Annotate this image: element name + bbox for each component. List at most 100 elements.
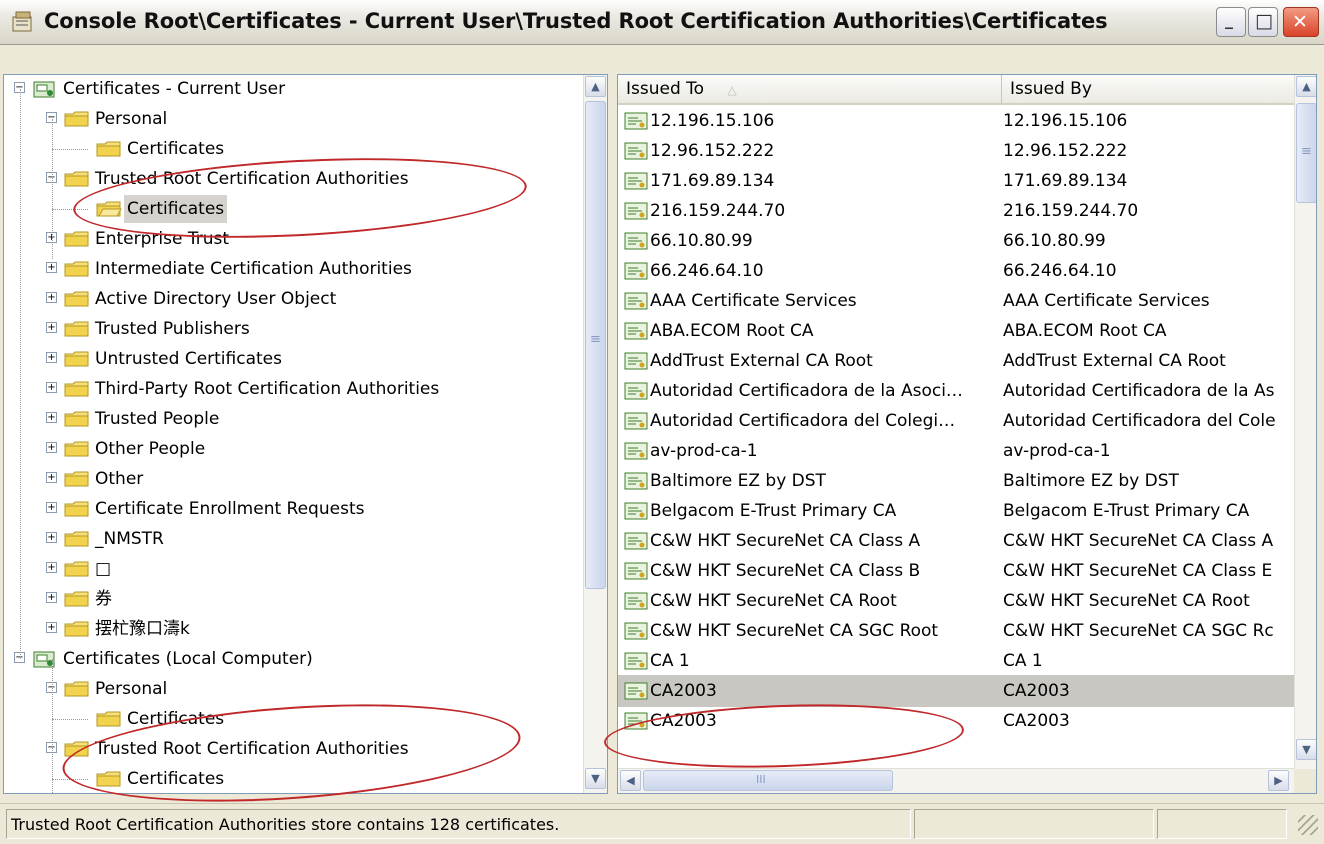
tree-node[interactable]: − Trusted Root Certification Authorities xyxy=(4,735,579,763)
tree-node[interactable]: Certificates xyxy=(4,135,579,163)
tree-node[interactable]: + Intermediate Certification Authorities xyxy=(4,255,579,283)
certificate-row[interactable]: Autoridad Certificadora del Colegi… Autor… xyxy=(618,405,1294,437)
minimize-button[interactable]: _ xyxy=(1216,7,1246,37)
maximize-button[interactable]: □ xyxy=(1248,7,1278,37)
scroll-down-arrow[interactable]: ▼ xyxy=(585,768,606,789)
certificate-row[interactable]: C&W HKT SecureNet CA Class B C&W HKT Secu… xyxy=(618,555,1294,587)
tree-node-label: Intermediate Certification Authorities xyxy=(95,259,412,279)
certificate-row[interactable]: 12.196.15.106 12.196.15.106 xyxy=(618,105,1294,137)
expand-icon[interactable]: + xyxy=(46,322,57,333)
tree-node[interactable]: + Certificate Enrollment Requests xyxy=(4,495,579,523)
tree-node[interactable]: − Certificates (Local Computer) xyxy=(4,645,579,673)
issued-by-cell: 12.196.15.106 xyxy=(1003,111,1128,131)
scroll-thumb[interactable]: III xyxy=(643,770,893,791)
scroll-thumb[interactable]: ≡ xyxy=(1296,103,1316,203)
list-vertical-scrollbar[interactable]: ▲ ≡ ▼ xyxy=(1294,75,1316,769)
mmc-console-icon xyxy=(12,11,32,32)
tree-node[interactable]: Certificates xyxy=(4,705,579,733)
tree-node[interactable]: + _NMSTR xyxy=(4,525,579,553)
issued-to-cell: 12.196.15.106 xyxy=(650,111,775,131)
scroll-up-arrow[interactable]: ▲ xyxy=(1296,76,1316,97)
certificate-row[interactable]: 66.246.64.10 66.246.64.10 xyxy=(618,255,1294,287)
tree-node[interactable]: Certificates xyxy=(4,765,579,793)
tree-node[interactable]: + Other xyxy=(4,465,579,493)
scroll-down-arrow[interactable]: ▼ xyxy=(1296,739,1316,760)
expand-icon[interactable]: + xyxy=(46,472,57,483)
certificate-row[interactable]: CA2003 CA2003 xyxy=(618,675,1294,707)
certificate-row[interactable]: Baltimore EZ by DST Baltimore EZ by DST xyxy=(618,465,1294,497)
tree-node[interactable]: + 券 xyxy=(4,585,579,613)
column-label: Issued To xyxy=(626,79,705,99)
tree-node[interactable]: − Certificates - Current User xyxy=(4,75,579,103)
tree-node[interactable]: + Other People xyxy=(4,435,579,463)
column-header-issued-by[interactable]: Issued By xyxy=(1002,75,1294,103)
tree-node[interactable]: + 摆杧豫口濤k xyxy=(4,615,579,643)
certificate-row[interactable]: Belgacom E-Trust Primary CA Belgacom E-Tr… xyxy=(618,495,1294,527)
tree-node[interactable]: − Personal xyxy=(4,105,579,133)
tree-node[interactable]: + Trusted People xyxy=(4,405,579,433)
scroll-right-arrow[interactable]: ▶ xyxy=(1268,770,1289,791)
tree-node[interactable]: − Personal xyxy=(4,675,579,703)
console-tree-pane[interactable]: − Certificates - Current User − Personal Cer… xyxy=(3,74,608,794)
issued-by-cell: CA2003 xyxy=(1003,711,1070,731)
scroll-up-arrow[interactable]: ▲ xyxy=(585,76,606,97)
expand-icon[interactable]: + xyxy=(46,292,57,303)
close-icon: ✕ xyxy=(1292,11,1308,33)
tree-node[interactable]: Certificates xyxy=(4,195,579,223)
resize-grip-icon[interactable] xyxy=(1298,815,1318,835)
issued-to-cell: CA 1 xyxy=(650,651,690,671)
certificate-row[interactable]: 171.69.89.134 171.69.89.134 xyxy=(618,165,1294,197)
expand-icon[interactable]: + xyxy=(46,622,57,633)
column-header-issued-to[interactable]: Issued To △ xyxy=(618,75,1002,103)
tree-node[interactable]: + Enterprise Trust xyxy=(4,225,579,253)
expand-icon[interactable]: + xyxy=(46,562,57,573)
expand-icon[interactable]: + xyxy=(46,592,57,603)
certificate-row[interactable]: av-prod-ca-1 av-prod-ca-1 xyxy=(618,435,1294,467)
tree-node-label: Certificates xyxy=(127,709,225,729)
scroll-thumb[interactable]: ≡ xyxy=(585,101,606,589)
tree-node-label: _NMSTR xyxy=(95,529,164,549)
certificate-row[interactable]: C&W HKT SecureNet CA Root C&W HKT SecureN… xyxy=(618,585,1294,617)
tree-node-label: Certificate Enrollment Requests xyxy=(95,499,365,519)
certificate-row[interactable]: 66.10.80.99 66.10.80.99 xyxy=(618,225,1294,257)
tree-node[interactable]: + Untrusted Certificates xyxy=(4,345,579,373)
tree-node[interactable]: + Active Directory User Object xyxy=(4,285,579,313)
certificate-row[interactable]: AddTrust External CA Root AddTrust Extern… xyxy=(618,345,1294,377)
certificate-row[interactable]: 216.159.244.70 216.159.244.70 xyxy=(618,195,1294,227)
scroll-left-arrow[interactable]: ◀ xyxy=(620,770,641,791)
certificate-row[interactable]: ABA.ECOM Root CA ABA.ECOM Root CA xyxy=(618,315,1294,347)
tree-node[interactable]: + Third-Party Root Certification Authorit… xyxy=(4,375,579,403)
certificate-row[interactable]: Autoridad Certificadora de la Asoci… Auto… xyxy=(618,375,1294,407)
tree-node[interactable]: − Trusted Root Certification Authorities xyxy=(4,165,579,193)
certificate-row[interactable]: C&W HKT SecureNet CA SGC Root C&W HKT Sec… xyxy=(618,615,1294,647)
expand-icon[interactable]: + xyxy=(46,502,57,513)
folder-icon xyxy=(64,231,89,247)
folder-icon xyxy=(96,771,121,787)
issued-by-cell: 12.96.152.222 xyxy=(1003,141,1128,161)
folder-icon xyxy=(64,441,89,457)
certificate-icon xyxy=(624,532,648,550)
list-horizontal-scrollbar[interactable]: ◀ III ▶ xyxy=(618,768,1294,793)
certificate-row[interactable]: C&W HKT SecureNet CA Class A C&W HKT Secu… xyxy=(618,525,1294,557)
certificate-row[interactable]: CA 1 CA 1 xyxy=(618,645,1294,677)
issued-by-cell: ABA.ECOM Root CA xyxy=(1003,321,1167,341)
mmc-window: Console Root\Certificates - Current User… xyxy=(0,0,1324,844)
expand-icon[interactable]: + xyxy=(46,412,57,423)
title-bar[interactable]: Console Root\Certificates - Current User… xyxy=(0,0,1324,45)
expand-icon[interactable]: + xyxy=(46,352,57,363)
issued-to-cell: ABA.ECOM Root CA xyxy=(650,321,814,341)
issued-to-cell: C&W HKT SecureNet CA Root xyxy=(650,591,897,611)
close-button[interactable]: ✕ xyxy=(1283,7,1319,37)
certificate-row[interactable]: CA2003 CA2003 xyxy=(618,705,1294,737)
tree-node[interactable]: + □ xyxy=(4,555,579,583)
expand-icon[interactable]: + xyxy=(46,532,57,543)
results-pane[interactable]: Issued To △ Issued By 12.196.15.106 12.19… xyxy=(617,74,1317,794)
expand-icon[interactable]: + xyxy=(46,442,57,453)
certificate-row[interactable]: 12.96.152.222 12.96.152.222 xyxy=(618,135,1294,167)
folder-icon xyxy=(64,681,89,697)
certificate-row[interactable]: AAA Certificate Services AAA Certificate … xyxy=(618,285,1294,317)
tree-vertical-scrollbar[interactable]: ▲ ≡ ▼ xyxy=(583,75,607,793)
expand-icon[interactable]: + xyxy=(46,382,57,393)
expand-icon[interactable]: + xyxy=(46,262,57,273)
tree-node[interactable]: + Trusted Publishers xyxy=(4,315,579,343)
